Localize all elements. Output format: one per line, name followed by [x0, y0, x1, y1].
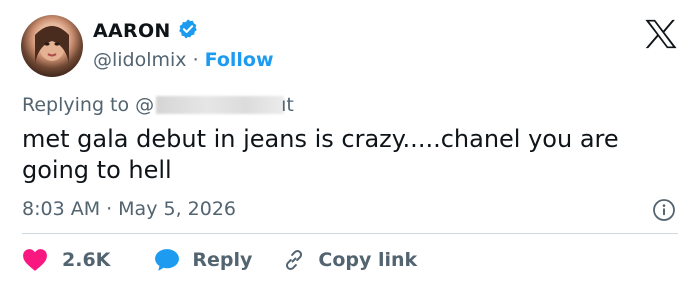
mention-prefix: @	[135, 94, 155, 116]
tweet-timestamp[interactable]: 8:03 AM · May 5, 2026	[22, 196, 236, 222]
speech-bubble-icon	[154, 248, 180, 272]
reply-context: Replying to @ ıt	[22, 92, 302, 118]
like-button[interactable]: 2.6K	[22, 248, 110, 272]
action-bar: 2.6K Reply Copy link	[22, 246, 417, 274]
handle-row: @lidolmix · Follow	[93, 47, 274, 73]
author-name-row: AARON	[93, 18, 199, 44]
tweet-time: 8:03 AM	[22, 198, 101, 220]
reply-button[interactable]: Reply	[154, 248, 252, 272]
copy-link-label: Copy link	[318, 249, 418, 271]
like-count: 2.6K	[62, 249, 111, 271]
divider	[22, 233, 678, 234]
verified-badge-icon	[177, 18, 199, 44]
heart-icon	[22, 248, 48, 272]
tweet-date: May 5, 2026	[118, 198, 236, 220]
author-name[interactable]: AARON	[93, 20, 171, 42]
blurred-mention[interactable]: ıt	[156, 94, 302, 116]
handle-separator: ·	[192, 49, 199, 71]
follow-button[interactable]: Follow	[205, 49, 274, 71]
reply-label: Reply	[192, 249, 253, 271]
info-icon[interactable]	[652, 198, 676, 222]
avatar[interactable]	[21, 15, 83, 77]
mention-tail: ıt	[281, 94, 294, 116]
meta-separator: ·	[106, 198, 113, 220]
mention-blur	[156, 96, 285, 114]
replying-to-label: Replying to	[22, 94, 130, 116]
copy-link-button[interactable]: Copy link	[282, 248, 417, 272]
x-logo-icon[interactable]	[644, 18, 678, 50]
tweet-text: met gala debut in jeans is crazy.....cha…	[22, 125, 619, 184]
link-icon	[282, 248, 306, 272]
tweet-card: AARON @lidolmix · Follow Replying to @ ı…	[0, 0, 700, 287]
author-handle[interactable]: @lidolmix	[93, 49, 187, 71]
